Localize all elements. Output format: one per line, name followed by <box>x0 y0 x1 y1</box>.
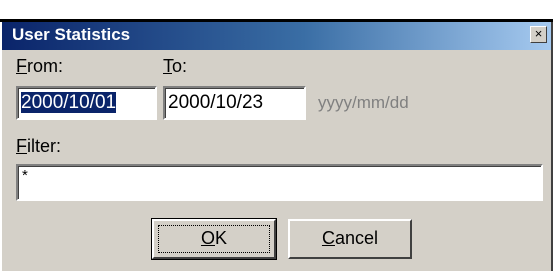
to-label-text: o: <box>172 56 188 76</box>
cancel-button-label: ancel <box>334 228 379 248</box>
to-date-input[interactable]: 2000/10/23 <box>163 86 306 120</box>
cancel-button[interactable]: Cancel <box>288 219 412 259</box>
from-label-accesskey: F <box>16 56 27 76</box>
ok-button-accesskey: O <box>200 228 215 248</box>
from-label: From: <box>16 56 63 77</box>
from-date-input[interactable]: 2000/10/01 <box>16 86 157 120</box>
date-format-hint: yyyy/mm/dd <box>318 93 409 112</box>
to-date-value: 2000/10/23 <box>168 92 264 113</box>
from-label-text: rom: <box>27 56 63 76</box>
ok-button[interactable]: OK <box>151 218 277 260</box>
to-label: To: <box>163 56 187 77</box>
from-date-value: 2000/10/01 <box>21 92 117 113</box>
background-window-strip <box>0 0 553 22</box>
filter-input[interactable]: * <box>16 164 543 201</box>
title-bar[interactable]: User Statistics × <box>2 22 551 50</box>
filter-label-accesskey: F <box>16 136 27 156</box>
filter-value: * <box>22 167 28 184</box>
to-label-accesskey: T <box>163 56 172 76</box>
cancel-button-accesskey: C <box>321 228 335 248</box>
ok-button-label: K <box>215 228 228 248</box>
close-icon[interactable]: × <box>530 26 547 43</box>
user-statistics-dialog: User Statistics × From: To: 2000/10/01 2… <box>0 22 553 271</box>
filter-label-text: ilter: <box>27 136 62 156</box>
filter-label: Filter: <box>16 136 61 157</box>
dialog-title: User Statistics <box>12 25 131 44</box>
